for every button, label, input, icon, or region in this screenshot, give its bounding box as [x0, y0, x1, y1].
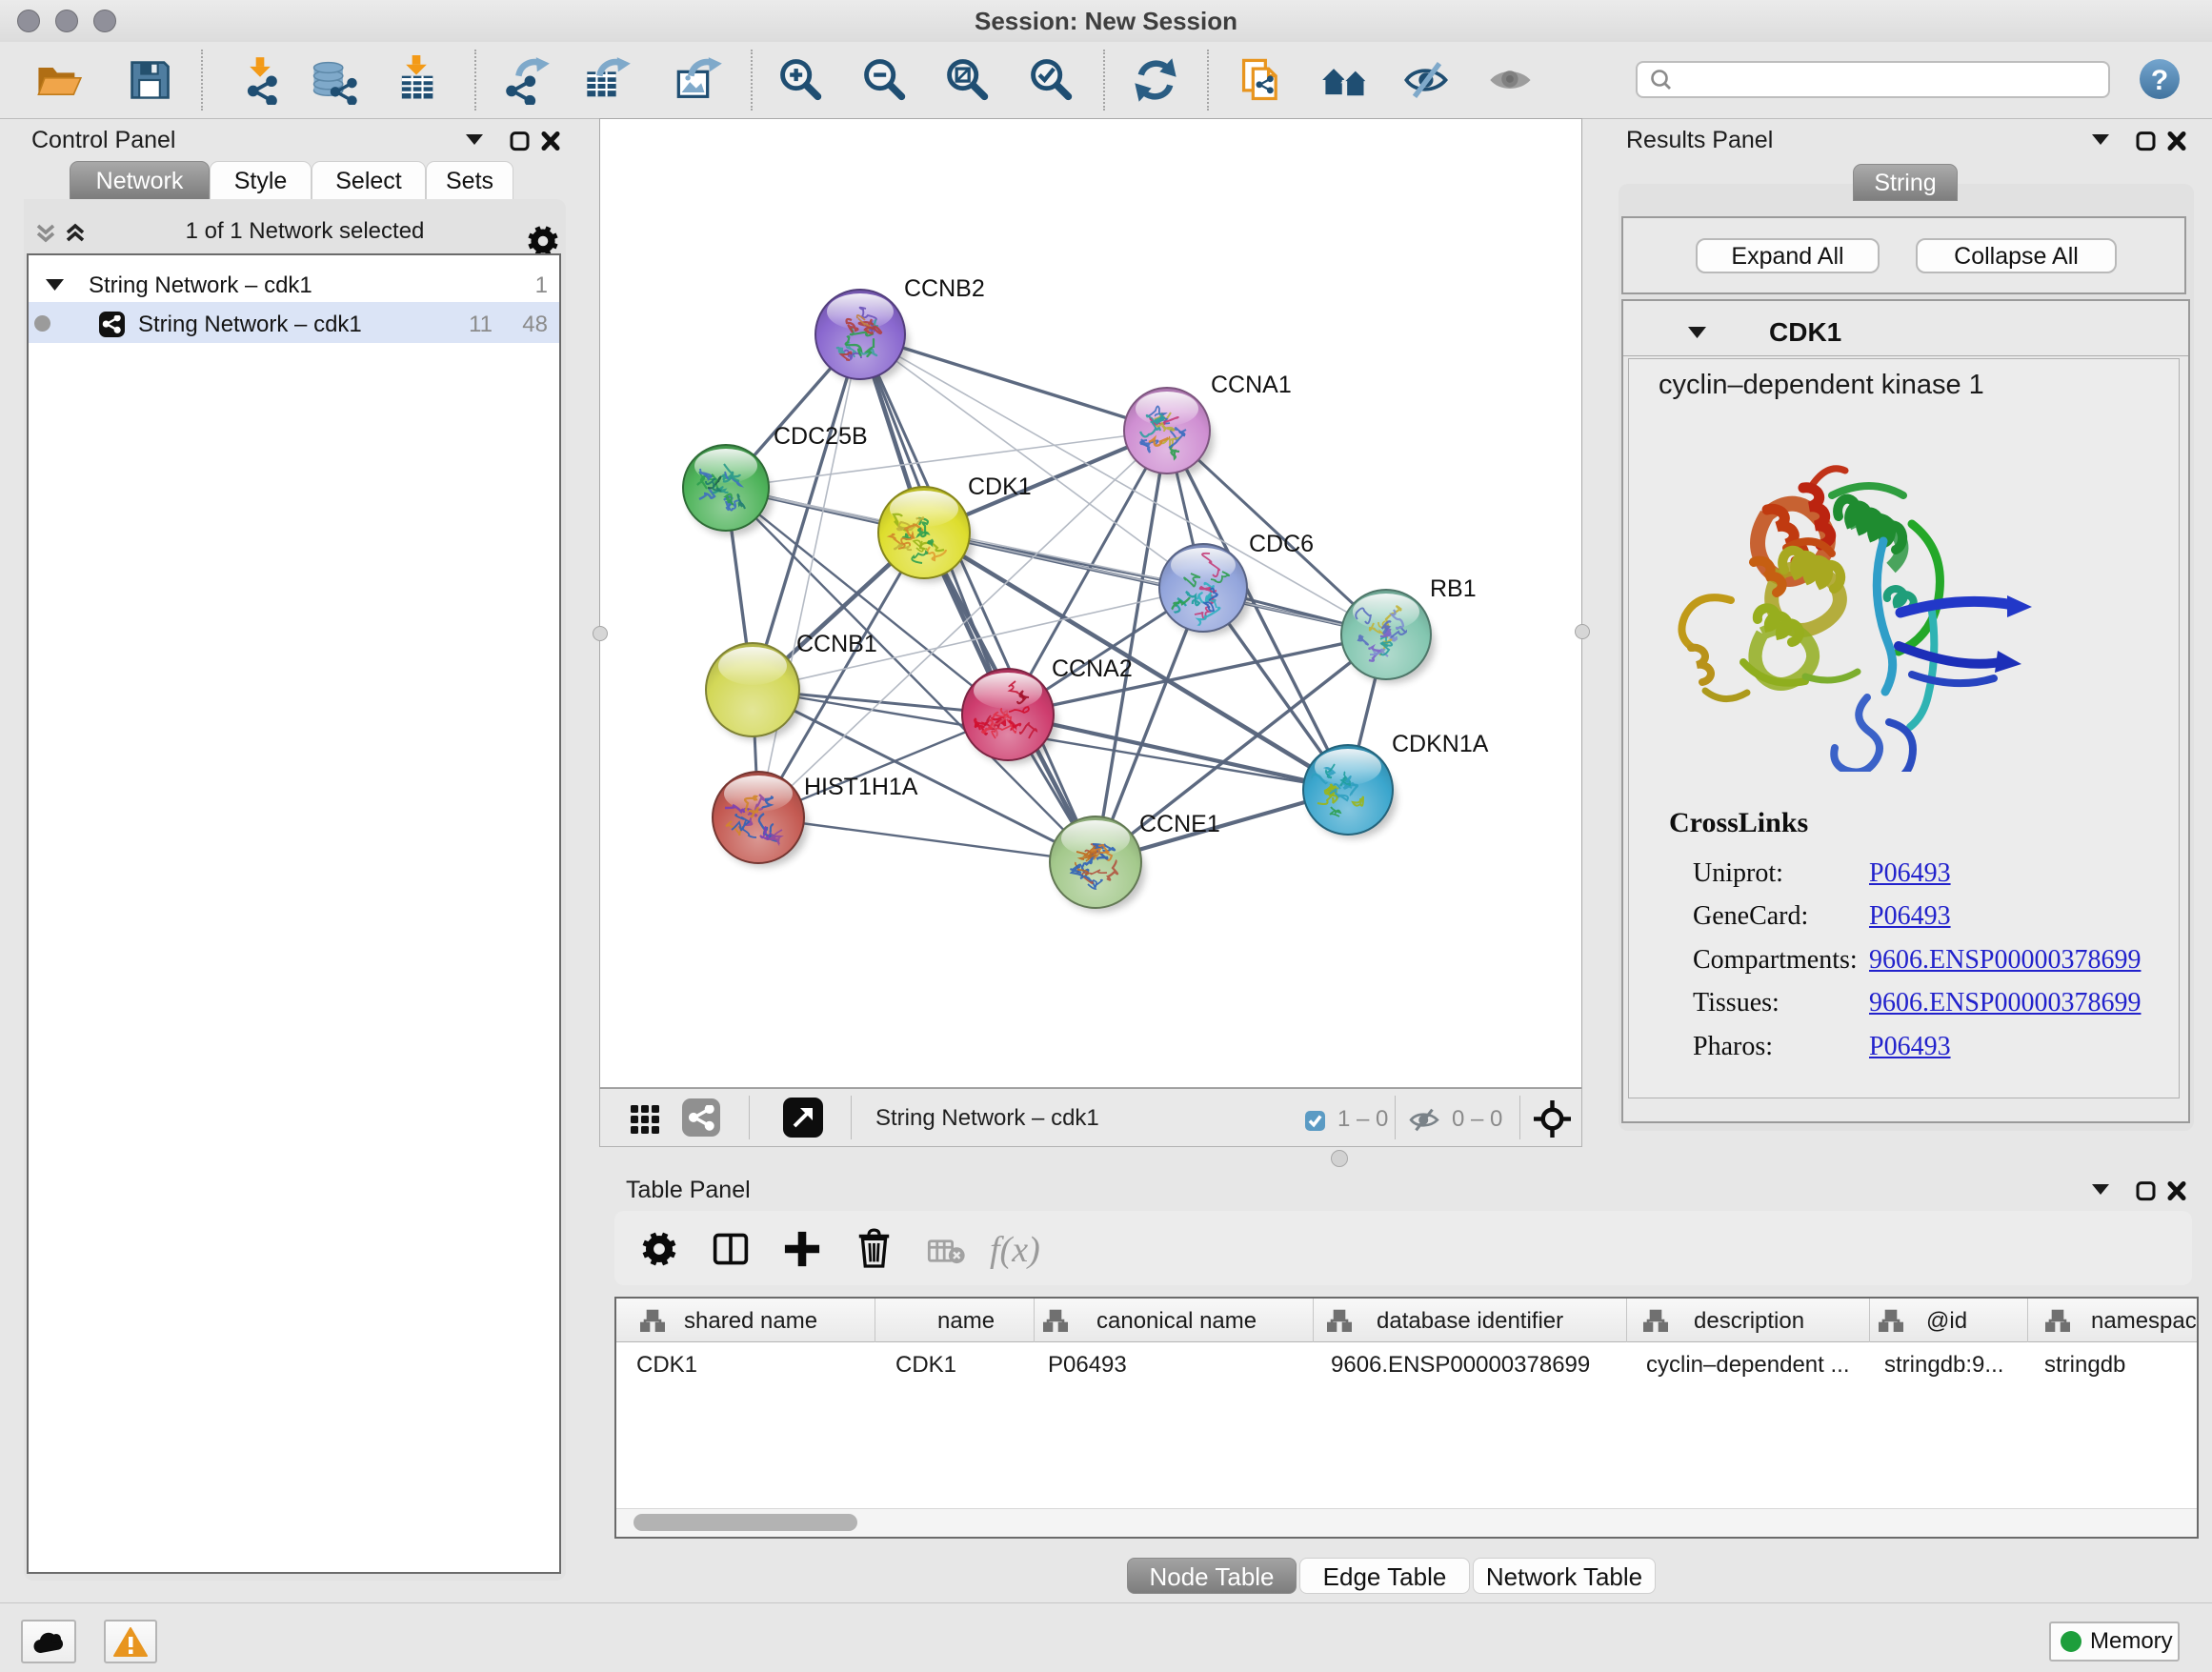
svg-text:CDC25B: CDC25B	[774, 423, 868, 450]
svg-text:CDC6: CDC6	[1249, 531, 1314, 557]
svg-text:CCNB1: CCNB1	[796, 631, 877, 657]
svg-text:CCNB2: CCNB2	[904, 275, 985, 302]
svg-text:CDK1: CDK1	[968, 473, 1032, 500]
svg-text:RB1: RB1	[1430, 575, 1477, 602]
svg-text:CCNA1: CCNA1	[1211, 372, 1292, 398]
svg-text:CDKN1A: CDKN1A	[1392, 731, 1489, 757]
svg-text:HIST1H1A: HIST1H1A	[804, 774, 918, 800]
svg-text:CCNE1: CCNE1	[1139, 811, 1220, 837]
svg-text:CCNA2: CCNA2	[1052, 655, 1133, 682]
